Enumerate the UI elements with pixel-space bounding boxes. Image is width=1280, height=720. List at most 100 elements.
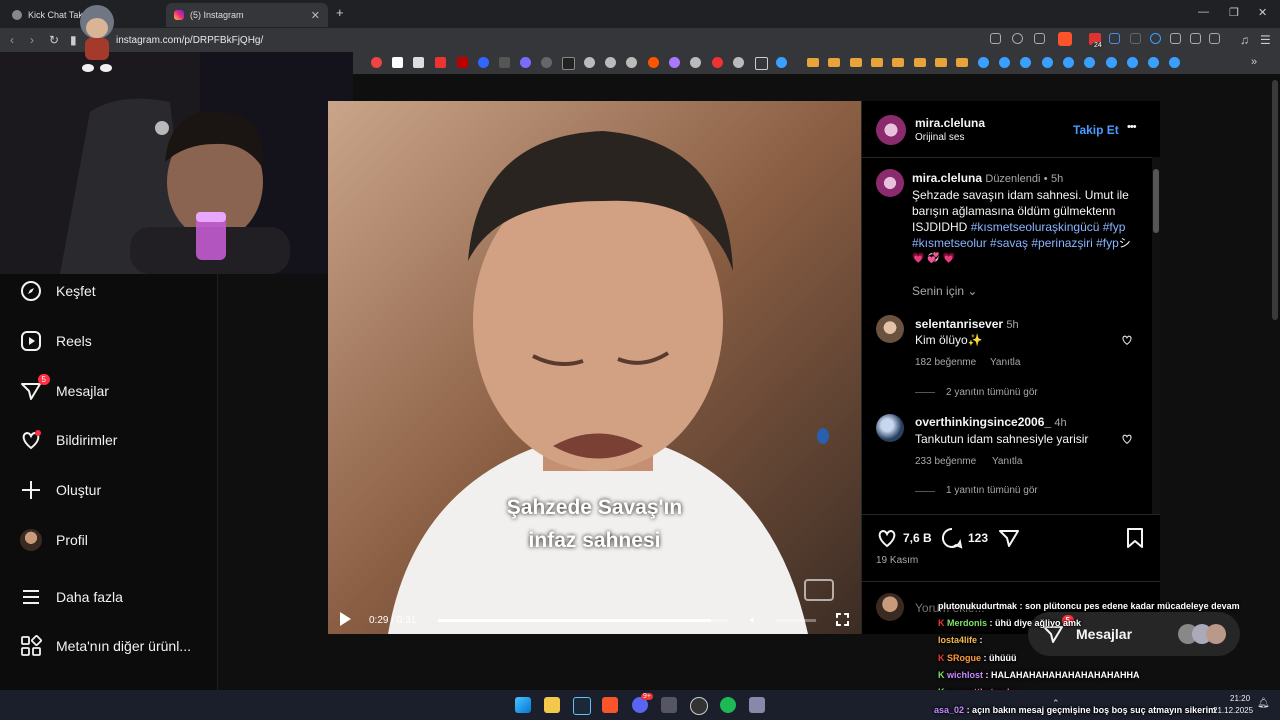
- folder-icon[interactable]: [755, 57, 768, 70]
- volume-icon[interactable]: 🔈︎: [750, 614, 757, 627]
- new-tab-button[interactable]: +: [336, 5, 344, 20]
- bookmark-icon[interactable]: [457, 57, 468, 68]
- share-icon[interactable]: [1034, 33, 1045, 44]
- close-tab-icon[interactable]: ✕: [311, 9, 320, 22]
- comment-count[interactable]: 123: [968, 531, 988, 545]
- bookmark-icon[interactable]: [520, 57, 531, 68]
- bookmark-icon[interactable]: [562, 57, 575, 70]
- like-count[interactable]: 7,6 B: [903, 531, 932, 545]
- comment-icon[interactable]: [941, 527, 963, 554]
- music-icon[interactable]: ♫: [1240, 33, 1249, 47]
- sidebar-item-reels[interactable]: Reels: [20, 326, 92, 356]
- bookmark-icon[interactable]: [1169, 57, 1180, 68]
- bookmark-icon[interactable]: [914, 58, 926, 67]
- minimize-icon[interactable]: —: [1198, 6, 1209, 18]
- comment-like-icon[interactable]: [1121, 432, 1133, 450]
- sidebar-item-messages[interactable]: 5 Mesajlar: [20, 374, 109, 406]
- brave-icon[interactable]: [602, 697, 618, 713]
- bookmark-icon[interactable]: [892, 58, 904, 67]
- bookmark-icon[interactable]: [499, 57, 510, 68]
- more-bookmarks-icon[interactable]: »: [1251, 56, 1257, 68]
- comment-likes[interactable]: 233 beğenme: [915, 456, 976, 467]
- app-icon[interactable]: [661, 697, 677, 713]
- back-icon[interactable]: ‹: [10, 33, 14, 47]
- clock[interactable]: 21:20: [1230, 694, 1250, 703]
- bookmark-icon[interactable]: [1020, 57, 1031, 68]
- follow-button[interactable]: Takip Et: [1073, 123, 1119, 137]
- reply-button[interactable]: Yanıtla: [990, 357, 1020, 368]
- sidebar-item-meta-products[interactable]: Meta'nın diğer ürünl...: [20, 631, 191, 661]
- comment-user[interactable]: selentanrisever: [915, 317, 1003, 331]
- like-icon[interactable]: [876, 527, 898, 554]
- zoom-icon[interactable]: [1012, 33, 1023, 44]
- tab-groups-icon[interactable]: [1170, 33, 1181, 44]
- bookmark-icon[interactable]: [690, 57, 701, 68]
- forward-icon[interactable]: ›: [30, 33, 34, 47]
- comment-like-icon[interactable]: [1121, 333, 1133, 351]
- more-options-icon[interactable]: •••: [1127, 121, 1137, 133]
- tab-instagram[interactable]: (5) Instagram ✕: [166, 3, 328, 27]
- cast-icon[interactable]: [990, 33, 1001, 44]
- file-explorer-icon[interactable]: [544, 697, 560, 713]
- view-replies-link[interactable]: 1 yanıtın tümünü gör: [946, 485, 1038, 496]
- bookmark-icon[interactable]: [371, 57, 382, 68]
- brave-shield-icon[interactable]: [1058, 32, 1072, 46]
- close-window-icon[interactable]: ✕: [1258, 6, 1267, 19]
- bookmark-icon[interactable]: [669, 57, 680, 68]
- bookmark-icon[interactable]: [435, 57, 446, 68]
- comment-user[interactable]: overthinkingsince2006_: [915, 415, 1051, 429]
- sidebar-item-explore[interactable]: Keşfet: [20, 276, 96, 306]
- start-icon[interactable]: [515, 697, 531, 713]
- bookmark-icon[interactable]: [828, 58, 840, 67]
- bookmark-icon[interactable]: [541, 57, 552, 68]
- caption-author[interactable]: mira.cleluna: [912, 171, 982, 185]
- reload-icon[interactable]: ↻: [49, 33, 59, 47]
- post-audio[interactable]: Orijinal ses: [915, 132, 964, 143]
- bookmark-icon[interactable]: [1042, 57, 1053, 68]
- bookmark-icon[interactable]: [605, 57, 616, 68]
- volume-slider[interactable]: [776, 619, 816, 622]
- sidebar-item-profile[interactable]: Profil: [20, 525, 88, 555]
- app-icon[interactable]: [749, 697, 765, 713]
- reply-button[interactable]: Yanıtla: [992, 456, 1022, 467]
- reel-video[interactable]: Şahzede Savaş'ın infaz sahnesi: [328, 101, 861, 634]
- extension-icon[interactable]: [1150, 33, 1161, 44]
- bookmark-icon[interactable]: [871, 58, 883, 67]
- bookmark-icon[interactable]: [1063, 57, 1074, 68]
- commenter-avatar[interactable]: [876, 315, 904, 343]
- bookmark-icon[interactable]: [776, 57, 787, 68]
- address-bar[interactable]: instagram.com/p/DRPFBkFjQHg/: [116, 35, 263, 46]
- bookmark-icon[interactable]: [733, 57, 744, 68]
- bookmark-icon[interactable]: [584, 57, 595, 68]
- video-progress-track[interactable]: [438, 619, 728, 622]
- bookmark-icon[interactable]: [1084, 57, 1095, 68]
- restore-icon[interactable]: ❐: [1229, 6, 1239, 19]
- bookmark-icon[interactable]: [850, 58, 862, 67]
- bookmark-icon[interactable]: [648, 57, 659, 68]
- sidebar-item-create[interactable]: Oluştur: [20, 475, 101, 505]
- spotify-icon[interactable]: [720, 697, 736, 713]
- bookmark-icon[interactable]: [978, 57, 989, 68]
- save-icon[interactable]: [1125, 527, 1145, 554]
- for-you-dropdown[interactable]: Senin için ⌄: [912, 284, 977, 298]
- sidebar-icon[interactable]: [1209, 33, 1220, 44]
- post-author[interactable]: mira.cleluna: [915, 116, 985, 130]
- extension-icon[interactable]: [1130, 33, 1141, 44]
- bookmark-icon[interactable]: [1148, 57, 1159, 68]
- bookmark-icon[interactable]: [478, 57, 489, 68]
- steam-icon[interactable]: [573, 697, 591, 715]
- menu-icon[interactable]: ☰: [1260, 33, 1271, 47]
- bookmark-icon[interactable]: [999, 57, 1010, 68]
- author-avatar[interactable]: [876, 169, 904, 197]
- hashtags[interactable]: #kısmetseoluraşkingücü #fyp: [971, 220, 1126, 234]
- view-replies-link[interactable]: 2 yanıtın tümünü gör: [946, 387, 1038, 398]
- bookmark-icon[interactable]: [807, 58, 819, 67]
- bookmark-icon[interactable]: [413, 57, 424, 68]
- bookmark-icon[interactable]: [935, 58, 947, 67]
- page-scrollbar[interactable]: [1272, 80, 1278, 320]
- share-icon[interactable]: [998, 527, 1020, 554]
- bookmark-icon[interactable]: [1106, 57, 1117, 68]
- bookmark-icon[interactable]: [626, 57, 637, 68]
- sidebar-item-more[interactable]: Daha fazla: [20, 582, 123, 612]
- bookmark-icon[interactable]: [956, 58, 968, 67]
